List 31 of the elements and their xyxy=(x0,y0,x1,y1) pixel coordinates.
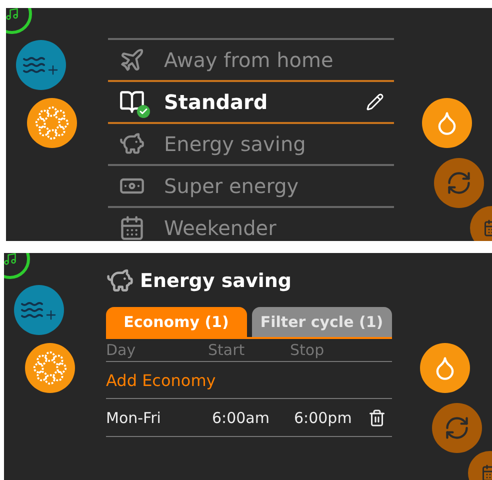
screen-title: Energy saving xyxy=(140,270,292,292)
menu-item[interactable]: Super energy xyxy=(108,164,394,206)
water-add-button[interactable] xyxy=(14,285,64,335)
tab[interactable]: Filter cycle (1) xyxy=(252,307,392,337)
column-header: Stop xyxy=(290,341,326,359)
edit-icon[interactable] xyxy=(366,93,384,111)
sync-icon xyxy=(444,415,470,441)
sync-button[interactable] xyxy=(432,403,482,453)
column-header: Day xyxy=(106,341,137,359)
water-care-button[interactable] xyxy=(422,98,472,148)
sync-icon xyxy=(446,170,472,196)
menu-item-icon xyxy=(118,214,146,241)
menu-item[interactable]: Energy saving xyxy=(108,122,394,164)
table-cell-text: 6:00pm xyxy=(293,408,353,426)
delete-icon[interactable] xyxy=(368,408,386,426)
music-note-icon xyxy=(6,8,19,21)
add-economy-link[interactable]: Add Economy xyxy=(106,370,368,390)
water-care-button[interactable] xyxy=(420,343,470,393)
menu-item[interactable]: Standard xyxy=(108,80,394,124)
music-note-icon xyxy=(4,253,17,266)
menu-item-icon xyxy=(118,46,146,74)
menu-item[interactable]: Weekender xyxy=(108,206,394,241)
table-cell-text: 6:00am xyxy=(211,408,270,426)
sync-button[interactable] xyxy=(434,158,484,208)
menu-item[interactable]: Away from home xyxy=(108,38,394,80)
gears-button[interactable] xyxy=(25,343,75,393)
table-cell-text: Mon-Fri xyxy=(106,408,162,426)
gears-button[interactable] xyxy=(27,98,77,148)
water-add-button[interactable] xyxy=(16,40,66,90)
column-header: Start xyxy=(208,341,246,359)
tab[interactable]: Economy (1) xyxy=(106,307,246,337)
